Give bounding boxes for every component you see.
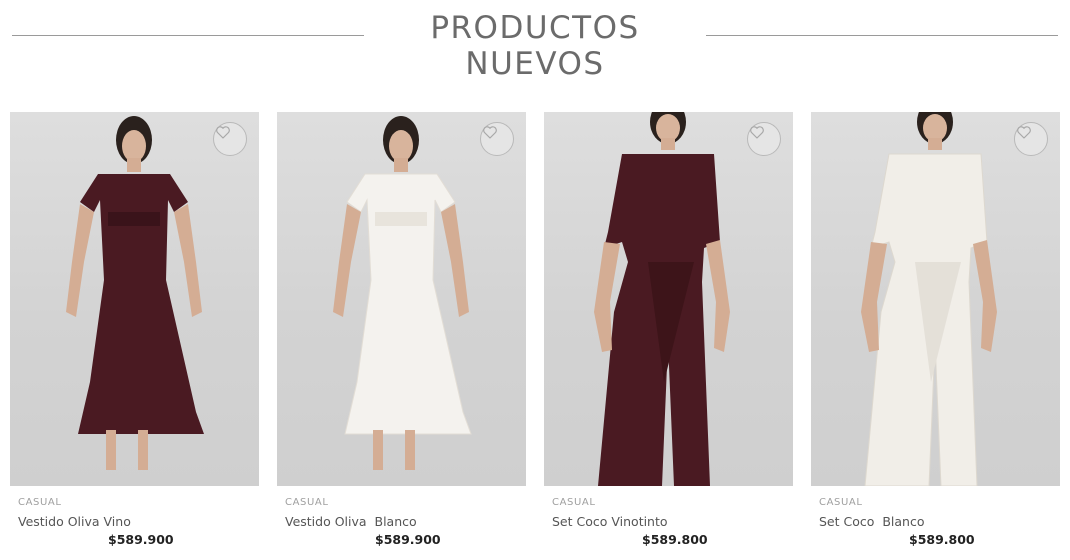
section-title: PRODUCTOS NUEVOS: [430, 10, 640, 82]
product-image[interactable]: [277, 112, 526, 486]
product-category: CASUAL: [819, 497, 863, 508]
product-name-link[interactable]: Vestido Oliva Vino: [18, 514, 131, 529]
wishlist-button[interactable]: [480, 122, 514, 156]
product-grid: CASUAL Vestido Oliva Vino $589.900 CASUA…: [10, 112, 1062, 552]
heart-icon: [483, 126, 497, 139]
product-price: $589.900: [375, 532, 441, 547]
product-card[interactable]: CASUAL Vestido Oliva Blanco $589.900: [277, 112, 526, 552]
product-name-link[interactable]: Set Coco Vinotinto: [552, 514, 668, 529]
product-price: $589.900: [108, 532, 174, 547]
product-card[interactable]: CASUAL Set Coco Vinotinto $589.800: [544, 112, 793, 552]
heart-icon: [1017, 126, 1031, 139]
product-image[interactable]: [811, 112, 1060, 486]
wishlist-button[interactable]: [1014, 122, 1048, 156]
product-image[interactable]: [10, 112, 259, 486]
heart-icon: [750, 126, 764, 139]
header-divider-right: [706, 35, 1058, 36]
wishlist-button[interactable]: [213, 122, 247, 156]
wishlist-button[interactable]: [747, 122, 781, 156]
model-dress-figure: [66, 116, 204, 470]
model-set-figure: [594, 112, 730, 486]
product-price: $589.800: [642, 532, 708, 547]
model-dress-figure: [333, 116, 472, 470]
product-category: CASUAL: [285, 497, 329, 508]
product-category: CASUAL: [18, 497, 62, 508]
header-divider-left: [12, 35, 364, 36]
heart-icon: [216, 126, 230, 139]
product-card[interactable]: CASUAL Set Coco Blanco $589.800: [811, 112, 1060, 552]
product-name-link[interactable]: Set Coco Blanco: [819, 514, 925, 529]
product-image[interactable]: [544, 112, 793, 486]
product-category: CASUAL: [552, 497, 596, 508]
model-set-figure: [861, 112, 997, 486]
product-card[interactable]: CASUAL Vestido Oliva Vino $589.900: [10, 112, 259, 552]
product-price: $589.800: [909, 532, 975, 547]
product-name-link[interactable]: Vestido Oliva Blanco: [285, 514, 417, 529]
section-header: PRODUCTOS NUEVOS: [0, 8, 1070, 82]
